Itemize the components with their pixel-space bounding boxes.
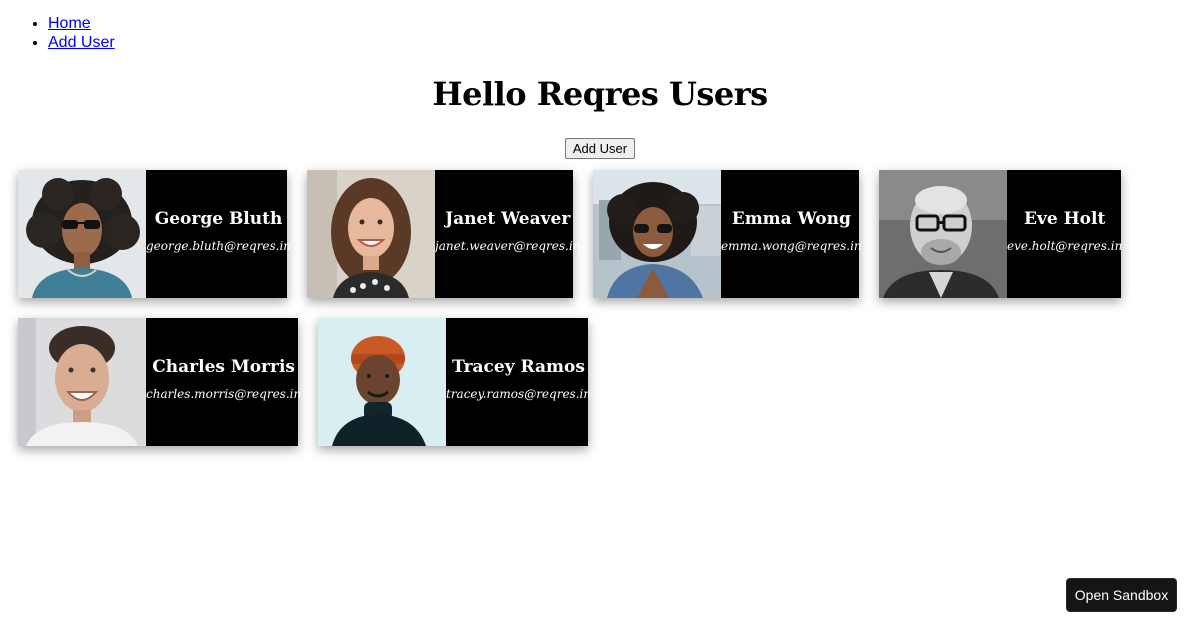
user-email: tracey.ramos@reqres.in bbox=[446, 387, 592, 401]
user-avatar bbox=[18, 318, 146, 446]
user-email: eve.holt@reqres.in bbox=[1007, 239, 1123, 253]
user-info: Eve Holt eve.holt@reqres.in bbox=[1007, 170, 1122, 298]
user-avatar bbox=[307, 170, 435, 298]
user-info: Tracey Ramos tracey.ramos@reqres.in bbox=[446, 318, 591, 446]
open-sandbox-button[interactable]: Open Sandbox bbox=[1066, 578, 1177, 612]
user-name: George Bluth bbox=[154, 209, 283, 229]
user-name: Charles Morris bbox=[152, 357, 295, 377]
user-info: George Bluth george.bluth@reqres.in bbox=[146, 170, 291, 298]
add-user-link[interactable]: Add User bbox=[48, 34, 115, 51]
user-name: Emma Wong bbox=[731, 209, 851, 229]
user-name: Janet Weaver bbox=[445, 209, 571, 229]
user-name: Tracey Ramos bbox=[452, 357, 585, 377]
user-name: Eve Holt bbox=[1024, 209, 1106, 229]
user-card-eve-holt[interactable]: Eve Holt eve.holt@reqres.in bbox=[879, 170, 1122, 298]
user-avatar bbox=[18, 170, 146, 298]
user-avatar bbox=[879, 170, 1007, 298]
user-card-tracey-ramos[interactable]: Tracey Ramos tracey.ramos@reqres.in bbox=[318, 318, 591, 446]
user-card-charles-morris[interactable]: Charles Morris charles.morris@reqres.in bbox=[18, 318, 301, 446]
user-email: george.bluth@reqres.in bbox=[146, 239, 292, 253]
user-card-george-bluth[interactable]: George Bluth george.bluth@reqres.in bbox=[18, 170, 291, 298]
page-title: Hello Reqres Users bbox=[432, 75, 768, 113]
nav-item-home: Home bbox=[48, 14, 115, 33]
add-user-button[interactable]: Add User bbox=[565, 138, 635, 159]
user-email: emma.wong@reqres.in bbox=[721, 239, 862, 253]
user-email: charles.morris@reqres.in bbox=[146, 387, 302, 401]
nav-item-add-user: Add User bbox=[48, 33, 115, 52]
nav-menu: Home Add User bbox=[0, 14, 115, 52]
user-email: janet.weaver@reqres.in bbox=[435, 239, 581, 253]
user-card-emma-wong[interactable]: Emma Wong emma.wong@reqres.in bbox=[593, 170, 862, 298]
user-card-janet-weaver[interactable]: Janet Weaver janet.weaver@reqres.in bbox=[307, 170, 580, 298]
user-info: Emma Wong emma.wong@reqres.in bbox=[721, 170, 862, 298]
user-info: Charles Morris charles.morris@reqres.in bbox=[146, 318, 301, 446]
home-link[interactable]: Home bbox=[48, 15, 91, 32]
user-info: Janet Weaver janet.weaver@reqres.in bbox=[435, 170, 580, 298]
user-avatar bbox=[318, 318, 446, 446]
user-avatar bbox=[593, 170, 721, 298]
